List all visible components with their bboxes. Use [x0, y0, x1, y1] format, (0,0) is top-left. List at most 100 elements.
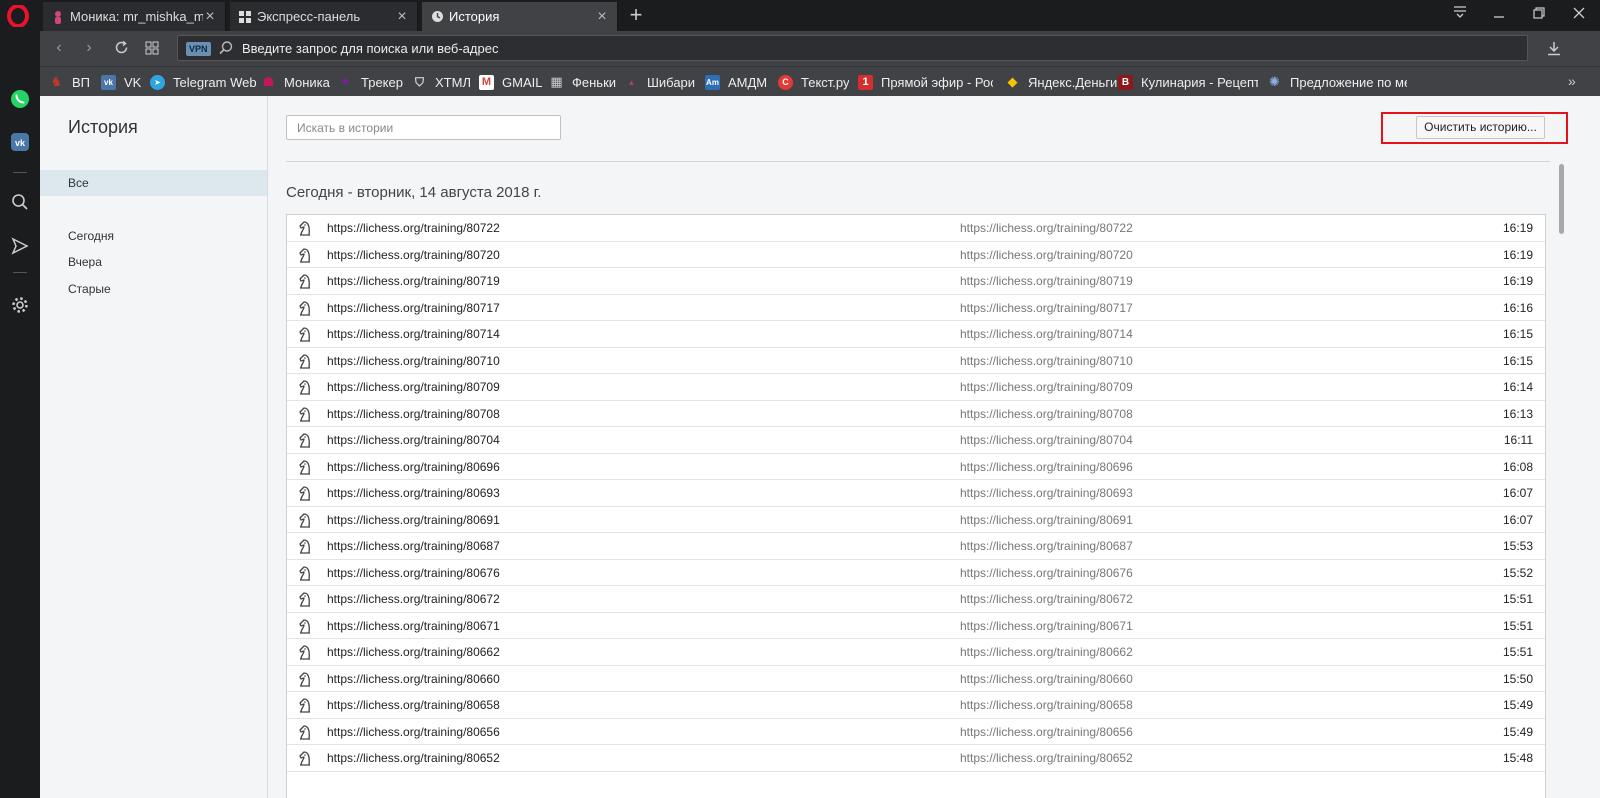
scrollbar-thumb[interactable] — [1559, 164, 1564, 234]
bookmark-yandex-money[interactable]: ◆ Яндекс.Деньги — [1005, 73, 1118, 91]
clear-history-button[interactable]: Очистить историю... — [1416, 116, 1545, 139]
history-row[interactable]: https://lichess.org/training/80719 https:… — [287, 268, 1545, 295]
history-row[interactable]: https://lichess.org/training/80676 https:… — [287, 559, 1545, 586]
close-icon[interactable]: × — [203, 8, 217, 24]
history-title[interactable]: https://lichess.org/training/80722 — [327, 221, 500, 235]
history-row[interactable]: https://lichess.org/training/80658 https:… — [287, 692, 1545, 719]
history-row[interactable]: https://lichess.org/training/80714 https:… — [287, 321, 1545, 348]
history-row[interactable]: https://lichess.org/training/80710 https:… — [287, 347, 1545, 374]
history-row[interactable]: https://lichess.org/training/80662 https:… — [287, 639, 1545, 666]
history-title[interactable]: https://lichess.org/training/80717 — [327, 301, 500, 315]
history-title[interactable]: https://lichess.org/training/80691 — [327, 513, 500, 527]
sidebar-divider — [13, 272, 27, 273]
history-title[interactable]: https://lichess.org/training/80671 — [327, 619, 500, 633]
forward-icon[interactable]: › — [78, 37, 100, 59]
history-url: https://lichess.org/training/80676 — [960, 565, 1133, 580]
history-row[interactable]: https://lichess.org/training/80704 https:… — [287, 427, 1545, 454]
history-row[interactable]: https://lichess.org/training/80709 https:… — [287, 374, 1545, 401]
bookmark-fenki[interactable]: ▦ Феньки — [549, 73, 616, 91]
history-row[interactable]: https://lichess.org/training/80717 https:… — [287, 294, 1545, 321]
new-tab-button[interactable]: + — [624, 4, 648, 28]
history-title[interactable]: https://lichess.org/training/80720 — [327, 248, 500, 262]
history-row[interactable]: https://lichess.org/training/80708 https:… — [287, 400, 1545, 427]
whatsapp-icon[interactable] — [8, 87, 32, 111]
gear-icon[interactable] — [8, 293, 32, 317]
bookmark-channel-one[interactable]: 1 Прямой эфир - Росс — [858, 73, 993, 91]
reload-icon[interactable] — [110, 37, 132, 59]
tab-history[interactable]: История × — [422, 2, 618, 31]
history-title[interactable]: https://lichess.org/training/80662 — [327, 645, 500, 659]
send-icon[interactable] — [8, 234, 32, 258]
history-title[interactable]: https://lichess.org/training/80656 — [327, 725, 500, 739]
history-title[interactable]: https://lichess.org/training/80658 — [327, 698, 500, 712]
bookmark-shibari[interactable]: ▴ Шибари — [624, 73, 695, 91]
history-title[interactable]: https://lichess.org/training/80714 — [327, 327, 500, 341]
history-row[interactable]: https://lichess.org/training/80696 https:… — [287, 453, 1545, 480]
nav-all[interactable]: Все — [40, 170, 267, 196]
opera-menu-icon[interactable] — [7, 5, 29, 27]
history-row[interactable]: https://lichess.org/training/80660 https:… — [287, 665, 1545, 692]
history-search-input[interactable] — [287, 116, 560, 139]
history-title[interactable]: https://lichess.org/training/80672 — [327, 592, 500, 606]
history-title[interactable]: https://lichess.org/training/80708 — [327, 407, 500, 421]
speed-dial-grid-icon[interactable] — [141, 37, 163, 59]
search-icon[interactable] — [8, 190, 32, 214]
nav-older[interactable]: Старые — [40, 276, 267, 302]
bookmark-vk[interactable]: vk VK — [101, 73, 141, 91]
history-time: 15:52 — [1502, 565, 1533, 580]
close-icon[interactable]: × — [395, 8, 409, 24]
bookmark-textru[interactable]: C Текст.ру — [778, 73, 849, 91]
bookmark-html[interactable]: ⛉ ХТМЛ — [412, 73, 471, 91]
history-row[interactable]: https://lichess.org/training/80656 https:… — [287, 718, 1545, 745]
bookmark-telegram[interactable]: ➤ Telegram Web — [150, 73, 257, 91]
lichess-knight-icon — [296, 379, 314, 395]
restore-icon[interactable] — [1524, 4, 1554, 28]
history-title[interactable]: https://lichess.org/training/80709 — [327, 380, 500, 394]
bookmark-vp[interactable]: ♞ ВП — [49, 73, 90, 91]
download-icon[interactable] — [1543, 37, 1565, 59]
history-row[interactable]: https://lichess.org/training/80671 https:… — [287, 612, 1545, 639]
lichess-knight-icon — [296, 220, 314, 236]
history-title[interactable]: https://lichess.org/training/80693 — [327, 486, 500, 500]
history-title[interactable]: https://lichess.org/training/80652 — [327, 751, 500, 765]
history-row[interactable]: https://lichess.org/training/80693 https:… — [287, 480, 1545, 507]
vk-icon[interactable]: vk — [8, 130, 32, 154]
lichess-knight-icon — [296, 750, 314, 766]
history-row[interactable]: https://lichess.org/training/80652 https:… — [287, 745, 1545, 772]
history-title[interactable]: https://lichess.org/training/80704 — [327, 433, 500, 447]
back-icon[interactable]: ‹ — [48, 37, 70, 59]
history-title[interactable]: https://lichess.org/training/80696 — [327, 460, 500, 474]
close-icon[interactable]: × — [595, 8, 609, 24]
tab-monica[interactable]: Моника: mr_mishka_mail × — [43, 2, 226, 31]
history-row[interactable]: https://lichess.org/training/80687 https:… — [287, 533, 1545, 560]
history-title[interactable]: https://lichess.org/training/80687 — [327, 539, 500, 553]
bookmark-proposal[interactable]: ✺ Предложение по ме — [1267, 73, 1407, 91]
tab-menu-icon[interactable] — [1445, 4, 1475, 28]
history-title[interactable]: https://lichess.org/training/80710 — [327, 354, 500, 368]
history-title[interactable]: https://lichess.org/training/80719 — [327, 274, 500, 288]
history-row[interactable]: https://lichess.org/training/80672 https:… — [287, 586, 1545, 613]
bookmark-monica[interactable]: ☗ Моника — [261, 73, 330, 91]
history-search-field[interactable] — [286, 115, 561, 140]
vpn-badge[interactable]: VPN — [186, 42, 211, 56]
history-row[interactable]: https://lichess.org/training/80722 https:… — [287, 215, 1545, 242]
minimize-icon[interactable] — [1484, 4, 1514, 28]
more-bookmarks-icon[interactable]: » — [1568, 73, 1576, 89]
yandex-money-icon: ◆ — [1007, 74, 1018, 89]
nav-today[interactable]: Сегодня — [40, 223, 267, 249]
history-title[interactable]: https://lichess.org/training/80660 — [327, 672, 500, 686]
bookmark-amdm[interactable]: Am АМДМ — [705, 73, 767, 91]
tab-speed-dial[interactable]: Экспресс-панель × — [230, 2, 418, 31]
close-window-icon[interactable] — [1564, 4, 1594, 28]
history-title[interactable]: https://lichess.org/training/80676 — [327, 566, 500, 580]
address-input[interactable]: VPN Введите запрос для поиска или веб-ад… — [177, 35, 1528, 61]
history-row[interactable]: https://lichess.org/training/80691 https:… — [287, 506, 1545, 533]
bookmark-cooking[interactable]: B Кулинария - Рецепт — [1118, 73, 1258, 91]
bookmark-gmail[interactable]: M GMAIL — [479, 73, 542, 91]
history-row[interactable]: https://lichess.org/training/80720 https:… — [287, 241, 1545, 268]
scrollbar[interactable] — [1557, 160, 1565, 798]
nav-yesterday[interactable]: Вчера — [40, 249, 267, 275]
history-time: 16:07 — [1502, 486, 1533, 500]
bookmark-tracker[interactable]: ✦ Трекер — [338, 73, 403, 91]
history-url: https://lichess.org/training/80714 — [960, 327, 1133, 341]
